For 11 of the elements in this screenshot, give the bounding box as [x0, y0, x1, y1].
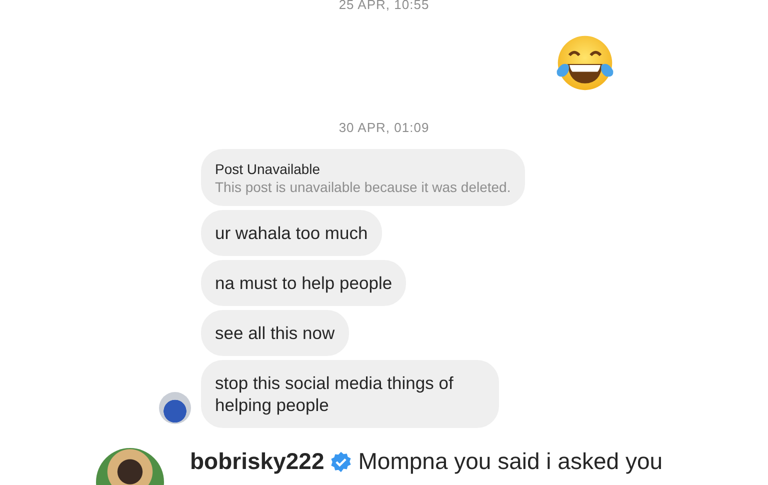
post-description: This post is unavailable because it was deleted. [215, 178, 511, 196]
message-timestamp: 25 APR, 10:55 [338, 0, 430, 12]
message-bubble: ur wahala too much [201, 210, 382, 256]
message-bubble: stop this social media things of helping people [201, 360, 499, 428]
caption-text: Mompna you said i asked you [358, 448, 663, 475]
message-bubble: na must to help people [201, 260, 406, 306]
message-timestamp: 30 APR, 01:09 [338, 120, 430, 135]
post-title: Post Unavailable [215, 160, 322, 178]
avatar-icon [159, 392, 191, 424]
username: bobrisky222 [190, 448, 324, 475]
message-bubble: see all this now [201, 310, 349, 356]
